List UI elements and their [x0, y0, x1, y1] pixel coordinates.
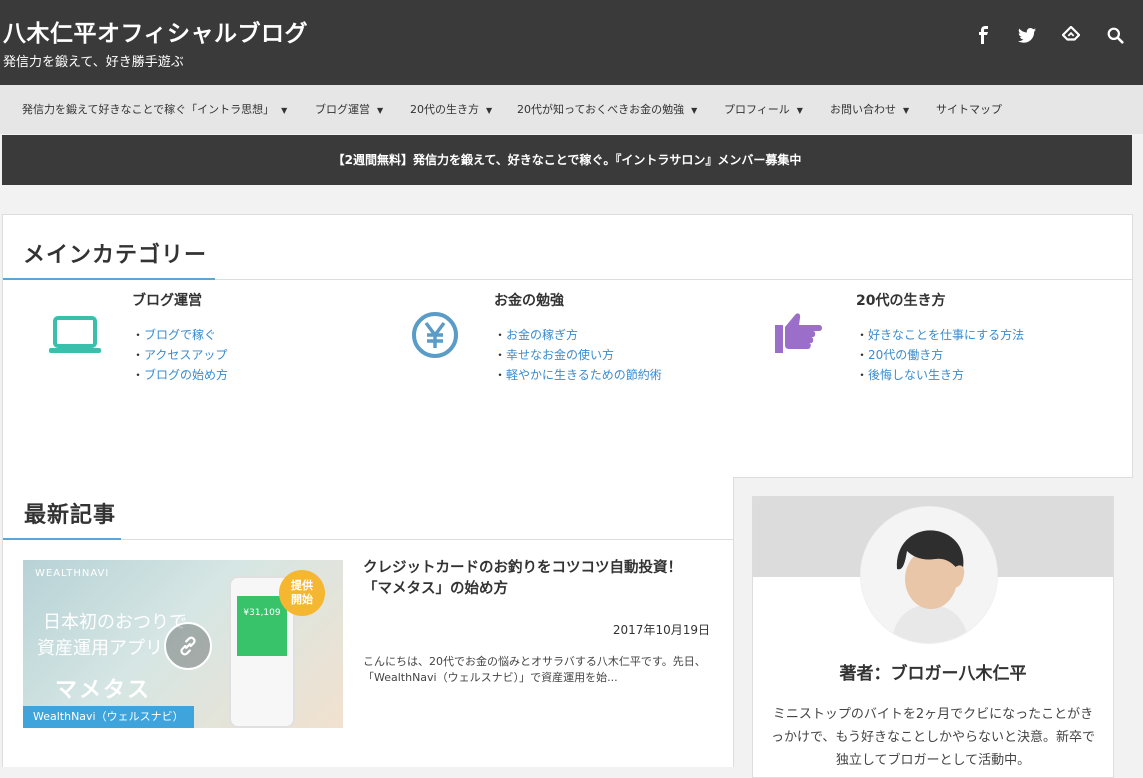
post-title[interactable]: クレジットカードのお釣りをコツコツ自動投資！「マメタス」の始め方 — [363, 558, 703, 600]
nav-label: お問い合わせ — [830, 103, 896, 116]
nav-label: 20代の生き方 — [410, 103, 479, 116]
bullet: ・ — [856, 328, 869, 342]
list-item: ・お金の稼ぎ方 — [494, 325, 662, 345]
list-item: ・幸せなお金の使い方 — [494, 345, 662, 365]
bullet: ・ — [132, 368, 145, 382]
site-header: 八木仁平オフィシャルブログ 発信力を鍛えて、好き勝手遊ぶ — [0, 0, 1143, 85]
chevron-down-icon: ▼ — [796, 106, 803, 115]
list-item: ・20代の働き方 — [856, 345, 1024, 365]
list-item: ・後悔しない生き方 — [856, 365, 1024, 385]
list-item: ・ブログで稼ぐ — [132, 325, 228, 345]
nav-label: プロフィール — [724, 103, 790, 116]
category-link[interactable]: 幸せなお金の使い方 — [506, 348, 614, 362]
nav-label: 発信力を鍛えて好きなことで稼ぐ「イントラ思想」 — [22, 103, 275, 116]
category-title[interactable]: ブログ運営 — [132, 290, 202, 310]
badge-line: 提供 — [291, 579, 313, 592]
list-item: ・ブログの始め方 — [132, 365, 228, 385]
category-title[interactable]: 20代の生き方 — [856, 290, 945, 310]
bullet: ・ — [494, 328, 507, 342]
thumbnail-headline: 資産運用アプリ — [37, 638, 163, 659]
list-item: ・アクセスアップ — [132, 345, 228, 365]
laptop-icon — [47, 315, 103, 359]
nav-item-sitemap[interactable]: サイトマップ — [936, 85, 1002, 134]
nav-item-intra-thought[interactable]: 発信力を鍛えて好きなことで稼ぐ「イントラ思想」 ▼ — [22, 85, 287, 134]
twitter-icon[interactable] — [1016, 24, 1038, 46]
category-link[interactable]: 好きなことを仕事にする方法 — [868, 328, 1024, 342]
nav-item-contact[interactable]: お問い合わせ ▼ — [830, 85, 909, 134]
chevron-down-icon: ▼ — [377, 106, 384, 115]
main-nav: 発信力を鍛えて好きなことで稼ぐ「イントラ思想」 ▼ ブログ運営 ▼ 20代の生き方 ▼… — [0, 85, 1143, 134]
nav-item-20s-life[interactable]: 20代の生き方 ▼ — [410, 85, 492, 134]
title-underline — [3, 278, 215, 280]
chevron-down-icon: ▼ — [691, 106, 698, 115]
bullet: ・ — [856, 348, 869, 362]
avatar[interactable] — [861, 507, 997, 643]
salon-banner[interactable]: 【2週間無料】発信力を鍛えて、好きなことで稼ぐ。『イントラサロン』メンバー募集中 — [2, 135, 1132, 185]
bullet: ・ — [494, 348, 507, 362]
section-title: 最新記事 — [24, 503, 117, 528]
feedly-icon[interactable] — [1060, 24, 1082, 46]
category-link[interactable]: ブログの始め方 — [144, 368, 228, 382]
chevron-down-icon: ▼ — [486, 106, 493, 115]
author-name: 著者：ブロガー八木仁平 — [839, 664, 1027, 684]
list-item: ・好きなことを仕事にする方法 — [856, 325, 1024, 345]
category-links: ・好きなことを仕事にする方法 ・20代の働き方 ・後悔しない生き方 — [856, 325, 1024, 385]
post-thumbnail[interactable]: WEALTHNAVI 日本初のおつりで 資産運用アプリ マメタス ¥31,109… — [23, 560, 343, 728]
bullet: ・ — [132, 348, 145, 362]
title-underline — [3, 538, 121, 540]
post-excerpt: こんにちは、20代でお金の悩みとオサラバする八木仁平です。先日、「WealthN… — [363, 655, 706, 684]
thumbnail-amount: ¥31,109 — [243, 608, 281, 618]
category-link[interactable]: アクセスアップ — [144, 348, 227, 362]
nav-item-profile[interactable]: プロフィール ▼ — [724, 85, 803, 134]
category-link[interactable]: ブログで稼ぐ — [144, 328, 216, 342]
nav-item-money-study[interactable]: 20代が知っておくべきお金の勉強 ▼ — [517, 85, 697, 134]
nav-item-blog-management[interactable]: ブログ運営 ▼ — [315, 85, 383, 134]
bullet: ・ — [132, 328, 145, 342]
category-link[interactable]: 後悔しない生き方 — [868, 368, 964, 382]
nav-label: 20代が知っておくべきお金の勉強 — [517, 103, 685, 116]
category-link[interactable]: 軽やかに生きるための節約術 — [506, 368, 662, 382]
list-item: ・軽やかに生きるための節約術 — [494, 365, 662, 385]
category-title[interactable]: お金の勉強 — [494, 290, 564, 310]
chevron-down-icon: ▼ — [281, 106, 288, 115]
chevron-down-icon: ▼ — [903, 106, 910, 115]
site-title[interactable]: 八木仁平オフィシャルブログ — [3, 14, 308, 48]
section-title: メインカテゴリー — [23, 243, 208, 268]
post-date: 2017年10月19日 — [612, 623, 710, 637]
thumbnail-logo: マメタス — [55, 678, 152, 703]
thumbnail-headline: 日本初のおつりで — [43, 612, 187, 633]
link-icon[interactable] — [164, 622, 212, 670]
category-link[interactable]: 20代の働き方 — [868, 348, 943, 362]
category-tag[interactable]: WealthNavi（ウェルスナビ） — [23, 706, 194, 728]
category-link[interactable]: お金の稼ぎ方 — [506, 328, 578, 342]
bullet: ・ — [494, 368, 507, 382]
category-links: ・お金の稼ぎ方 ・幸せなお金の使い方 ・軽やかに生きるための節約術 — [494, 325, 662, 385]
bullet: ・ — [856, 368, 869, 382]
nav-label: ブログ運営 — [315, 103, 370, 116]
author-profile-widget: 著者：ブロガー八木仁平 ミニストップのバイトを2ヶ月でクビになったことがきっかけ… — [752, 496, 1114, 778]
facebook-icon[interactable] — [972, 24, 994, 46]
nav-label: サイトマップ — [936, 103, 1002, 116]
site-tagline: 発信力を鍛えて、好き勝手遊ぶ — [3, 55, 184, 70]
search-icon[interactable] — [1104, 24, 1126, 46]
main-categories-section: メインカテゴリー ブログ運営 ・ブログで稼ぐ ・アクセスアップ ・ブログの始め方… — [2, 214, 1133, 478]
author-bio: ミニストップのバイトを2ヶ月でクビになったことがきっかけで、もう好きなことしかや… — [770, 707, 1096, 768]
provided-badge: 提供 開始 — [279, 570, 325, 616]
phone-screen — [237, 596, 287, 656]
yen-icon — [411, 311, 459, 363]
thumbnail-brand: WEALTHNAVI — [35, 568, 110, 579]
pointing-hand-icon — [773, 311, 827, 361]
category-links: ・ブログで稼ぐ ・アクセスアップ ・ブログの始め方 — [132, 325, 228, 385]
badge-line: 開始 — [291, 593, 313, 606]
